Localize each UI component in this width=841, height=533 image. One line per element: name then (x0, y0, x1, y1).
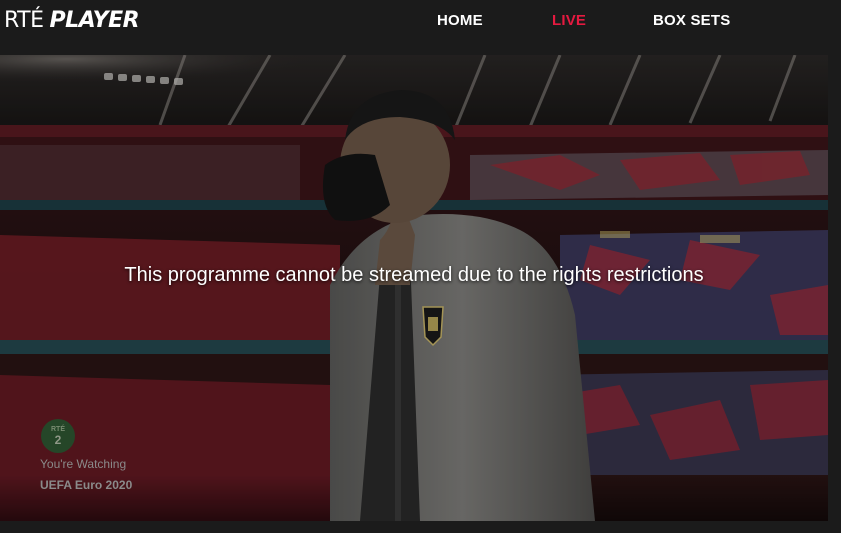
top-navigation-bar: RTÉ PLAYER HOME LIVE BOX SETS (0, 0, 841, 42)
player-dim-overlay (0, 55, 828, 521)
nav-home-link[interactable]: HOME (437, 12, 483, 30)
programme-title: UEFA Euro 2020 (40, 478, 133, 492)
rte2-channel-icon: RTÉ 2 (41, 419, 75, 453)
nav-live-link[interactable]: LIVE (552, 12, 586, 30)
logo-player-text: PLAYER (49, 8, 140, 33)
rights-restriction-message: This programme cannot be streamed due to… (124, 264, 704, 286)
page-right-edge (828, 55, 841, 521)
rte-player-logo[interactable]: RTÉ PLAYER (4, 8, 140, 34)
logo-rte-text: RTÉ (4, 8, 44, 33)
nav-box-sets-link[interactable]: BOX SETS (653, 12, 730, 30)
you-are-watching-label: You're Watching (40, 457, 127, 471)
channel-badge-number: 2 (54, 432, 62, 447)
video-player[interactable]: This programme cannot be streamed due to… (0, 55, 828, 521)
